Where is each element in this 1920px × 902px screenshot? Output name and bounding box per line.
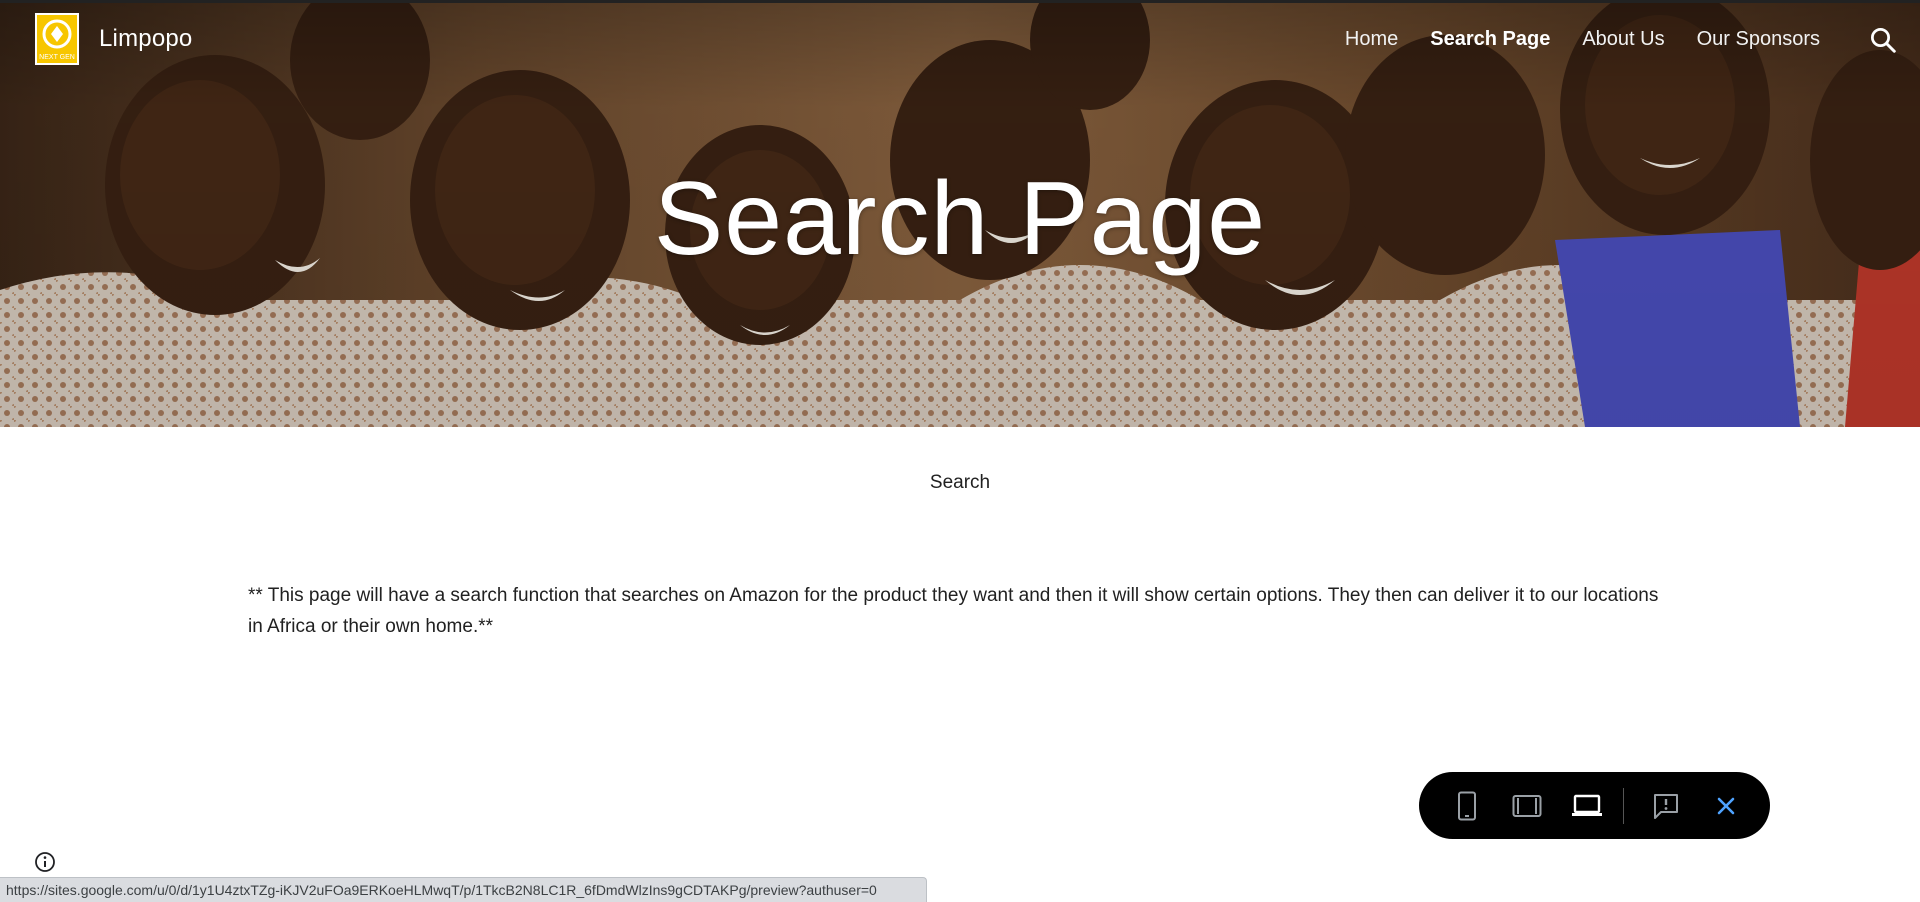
nav-item-our-sponsors[interactable]: Our Sponsors xyxy=(1697,28,1820,51)
info-icon xyxy=(35,852,55,872)
laptop-preview-icon xyxy=(1572,794,1602,816)
nav-item-about-us[interactable]: About Us xyxy=(1582,28,1664,51)
search-button[interactable] xyxy=(1868,25,1898,55)
status-bar-url: https://sites.google.com/u/0/d/1y1U4ztxT… xyxy=(0,877,927,902)
preview-toolbar xyxy=(1419,772,1770,839)
report-abuse-button[interactable] xyxy=(1648,788,1684,824)
page-title: Search Page xyxy=(653,161,1267,277)
close-preview-button[interactable] xyxy=(1708,788,1744,824)
svg-text:NEXT GEN: NEXT GEN xyxy=(39,54,75,61)
logo-mark-icon: NEXT GEN xyxy=(39,19,75,61)
hero-banner: NEXT GEN Limpopo Home Search Page About … xyxy=(0,0,1920,427)
search-icon xyxy=(1871,28,1896,53)
site-header: NEXT GEN Limpopo Home Search Page About … xyxy=(0,0,1920,76)
page-description: ** This page will have a search function… xyxy=(248,585,1659,637)
site-info-button[interactable] xyxy=(34,851,56,873)
nav-item-home[interactable]: Home xyxy=(1345,28,1398,51)
phone-preview-button[interactable] xyxy=(1449,788,1485,824)
section-heading: Search xyxy=(929,472,991,493)
report-abuse-icon xyxy=(1654,793,1678,819)
toolbar-divider xyxy=(1623,787,1624,824)
phone-preview-icon xyxy=(1458,791,1476,820)
site-title[interactable]: Limpopo xyxy=(99,25,192,53)
main-nav: Home Search Page About Us Our Sponsors xyxy=(1345,28,1820,51)
tablet-preview-icon xyxy=(1512,794,1542,817)
site-logo[interactable]: NEXT GEN xyxy=(35,13,79,65)
close-icon xyxy=(1717,797,1735,814)
laptop-preview-button[interactable] xyxy=(1569,788,1605,824)
nav-item-search-page[interactable]: Search Page xyxy=(1430,28,1550,51)
tablet-preview-button[interactable] xyxy=(1509,788,1545,824)
